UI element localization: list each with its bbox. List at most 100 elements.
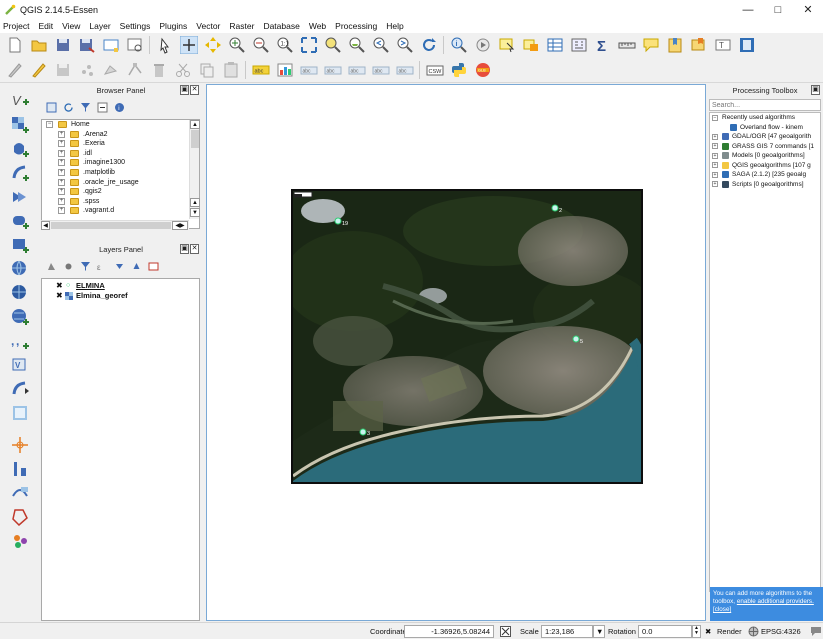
float-panel-button[interactable]: ▣ <box>180 85 189 95</box>
save-as-icon[interactable] <box>78 36 96 54</box>
toggle-editing-icon[interactable] <box>30 61 48 79</box>
new-bookmark-icon[interactable] <box>666 36 684 54</box>
touch-zoom-icon[interactable] <box>156 36 174 54</box>
python-console-icon[interactable] <box>450 61 468 79</box>
add-delimited-text-icon[interactable]: ,, <box>11 332 29 350</box>
expand-all-icon[interactable] <box>114 261 125 272</box>
save-layer-edits-icon[interactable] <box>54 61 72 79</box>
scroll-thumb[interactable] <box>51 222 171 229</box>
new-project-icon[interactable] <box>6 36 24 54</box>
add-arcgis-featureserver-icon[interactable] <box>11 508 29 526</box>
browser-item[interactable]: + .imagine1300 <box>42 158 199 168</box>
expand-toggle[interactable]: + <box>58 197 65 205</box>
layer-labeling-icon[interactable]: abc <box>252 61 270 79</box>
add-postgis-layer-icon[interactable] <box>11 140 29 158</box>
toolbox-item[interactable]: − Recently used algorithms <box>710 113 820 123</box>
properties-icon[interactable]: i <box>114 102 125 113</box>
expand-toggle[interactable]: + <box>712 171 718 178</box>
float-panel-button[interactable]: ▣ <box>811 85 820 95</box>
browser-item[interactable]: + .idl <box>42 149 199 159</box>
menu-raster[interactable]: Raster <box>229 21 254 31</box>
expand-toggle[interactable]: + <box>58 140 65 148</box>
expand-toggle[interactable]: + <box>712 152 718 159</box>
open-layer-styling-icon[interactable] <box>46 261 57 272</box>
browser-item[interactable]: + .matplotlib <box>42 168 199 178</box>
move-feature-icon[interactable] <box>102 61 120 79</box>
menu-edit[interactable]: Edit <box>38 21 53 31</box>
add-gps-layer-icon[interactable] <box>11 436 29 454</box>
add-wms-layer-icon[interactable] <box>11 260 29 278</box>
collapse-all-icon[interactable] <box>131 261 142 272</box>
toolbox-item[interactable]: + Models [0 geoalgorithms] <box>710 151 820 161</box>
field-calculator-icon[interactable] <box>570 36 588 54</box>
copy-features-icon[interactable] <box>198 61 216 79</box>
run-feature-action-icon[interactable] <box>474 36 492 54</box>
add-mesh-layer-icon[interactable] <box>11 532 29 550</box>
menu-web[interactable]: Web <box>309 21 326 31</box>
new-shapefile-layer-icon[interactable] <box>11 380 29 398</box>
zoom-layer-icon[interactable] <box>348 36 366 54</box>
refresh-icon[interactable] <box>63 102 74 113</box>
text-annotation-icon[interactable]: T <box>714 36 732 54</box>
float-panel-button[interactable]: ▣ <box>180 244 189 254</box>
help-icon[interactable] <box>738 36 756 54</box>
close-panel-button[interactable]: ✕ <box>190 244 199 254</box>
add-vector-layer-icon[interactable]: V <box>11 92 29 110</box>
collapse-all-icon[interactable] <box>97 102 108 113</box>
paste-features-icon[interactable] <box>222 61 240 79</box>
deselect-icon[interactable] <box>522 36 540 54</box>
cut-features-icon[interactable] <box>174 61 192 79</box>
toggle-extents-icon[interactable] <box>500 626 511 637</box>
select-features-icon[interactable] <box>498 36 516 54</box>
open-project-icon[interactable] <box>30 36 48 54</box>
menu-view[interactable]: View <box>62 21 80 31</box>
map-canvas[interactable]: 19 2 5 3 <box>206 84 706 621</box>
expand-toggle[interactable]: + <box>58 178 65 186</box>
expand-toggle[interactable]: + <box>58 130 65 138</box>
add-geonode-layer-icon[interactable] <box>11 460 29 478</box>
zoom-in-icon[interactable] <box>228 36 246 54</box>
geosearch-icon[interactable]: GLB <box>474 61 492 79</box>
browser-item[interactable]: + .qgis2 <box>42 187 199 197</box>
messages-icon[interactable] <box>810 625 822 637</box>
menu-database[interactable]: Database <box>263 21 299 31</box>
measure-icon[interactable] <box>618 36 636 54</box>
show-hide-labels-icon[interactable]: abc <box>324 61 342 79</box>
scroll-up-arrow[interactable]: ▲ <box>190 120 200 129</box>
add-wcs-layer-icon[interactable] <box>11 284 29 302</box>
add-feature-icon[interactable] <box>78 61 96 79</box>
expand-toggle[interactable]: + <box>712 181 718 187</box>
browser-item[interactable]: + .oracle_jre_usage <box>42 178 199 188</box>
add-raster-layer-icon[interactable] <box>11 116 29 134</box>
vertical-scrollbar[interactable]: ▲ ▲ ▼ <box>189 120 200 219</box>
scroll-down-arrow[interactable]: ▼ <box>190 208 200 217</box>
coordinate-field[interactable]: -1.36926,5.08244 <box>404 625 494 638</box>
save-project-icon[interactable] <box>54 36 72 54</box>
toolbox-item[interactable]: + SAGA (2.1.2) [235 geoalg <box>710 170 820 180</box>
browser-item[interactable]: + .vagrant.d <box>42 206 199 216</box>
statistics-sum-icon[interactable]: Σ <box>594 36 612 54</box>
zoom-next-icon[interactable] <box>396 36 414 54</box>
add-group-icon[interactable] <box>63 261 74 272</box>
expand-toggle[interactable]: + <box>58 168 65 176</box>
current-edits-icon[interactable] <box>6 61 24 79</box>
render-checkbox[interactable]: ✖ <box>705 627 711 636</box>
new-gps-layer-icon[interactable] <box>11 404 29 422</box>
close-hint-link[interactable]: [close] <box>713 606 731 613</box>
scroll-down-arrow[interactable]: ▲ <box>190 198 200 207</box>
menu-plugins[interactable]: Plugins <box>159 21 187 31</box>
expand-toggle[interactable]: + <box>58 207 65 215</box>
layer-diagram-icon[interactable] <box>276 61 294 79</box>
crs-globe-icon[interactable] <box>748 626 759 637</box>
add-spatialite-layer-icon[interactable] <box>11 164 29 182</box>
open-attribute-table-icon[interactable] <box>546 36 564 54</box>
delete-selected-icon[interactable] <box>150 61 168 79</box>
toolbox-item[interactable]: + Scripts [0 geoalgorithms] <box>710 180 820 190</box>
add-mssql-layer-icon[interactable] <box>11 188 29 206</box>
expand-toggle[interactable]: + <box>712 133 718 140</box>
zoom-last-icon[interactable] <box>372 36 390 54</box>
add-oracle-layer-icon[interactable] <box>11 212 29 230</box>
toolbox-item[interactable]: + QGIS geoalgorithms [107 g <box>710 161 820 171</box>
filter-expression-icon[interactable]: ε <box>97 261 108 272</box>
pan-to-selection-icon[interactable] <box>204 36 222 54</box>
